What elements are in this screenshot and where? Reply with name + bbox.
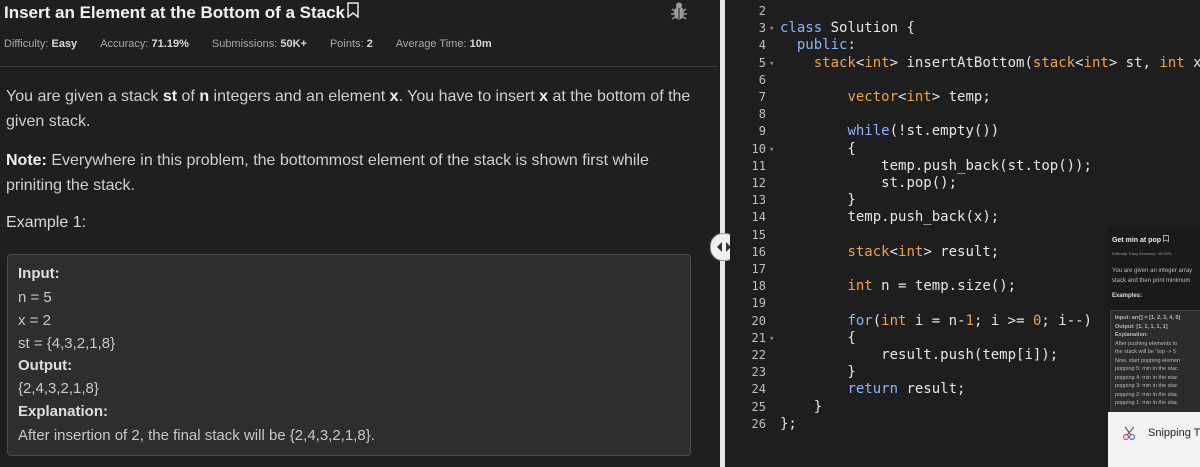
preview-example-box: Input: arr[] = [1, 2, 3, 4, 5] Output: [1… — [1110, 310, 1200, 416]
preview-example-line: Explanation: — [1115, 332, 1149, 338]
code-line[interactable]: temp.push_back(x); — [780, 209, 999, 226]
example-output-value: {2,4,3,2,1,8} — [18, 380, 99, 397]
line-number: 11 — [751, 158, 766, 173]
example-input-st: st = {4,3,2,1,8} — [18, 335, 116, 352]
snipping-tool-icon — [1122, 425, 1138, 444]
divider — [0, 66, 718, 67]
meta-average-time: Average Time: 10m — [395, 38, 492, 50]
fold-arrow-icon[interactable]: ▾ — [769, 334, 774, 344]
preview-line-2: stack and then print minimum — [1112, 278, 1191, 284]
line-number: 26 — [751, 416, 766, 431]
line-number: 6 — [758, 72, 766, 87]
code-line[interactable]: } — [780, 192, 855, 209]
example-box: Input: n = 5 x = 2 st = {4,3,2,1,8} Outp… — [7, 254, 691, 456]
line-number: 17 — [751, 262, 766, 276]
meta-difficulty: Difficulty: Easy — [4, 38, 78, 50]
code-line[interactable]: stack<int> result; — [780, 244, 999, 261]
meta-submissions: Submissions: 50K+ — [211, 38, 307, 50]
meta-accuracy: Accuracy: 71.19% — [100, 38, 189, 50]
code-line[interactable]: st.pop(); — [780, 175, 957, 192]
line-number: 23 — [751, 365, 766, 380]
line-number: 18 — [751, 279, 766, 294]
preview-example-line: popping 2: min in the stac — [1115, 391, 1178, 398]
snipping-tool-toast[interactable]: Snipping T — [1108, 412, 1200, 467]
example-explanation-label: Explanation: — [18, 403, 109, 420]
line-number: 24 — [751, 382, 766, 397]
example-title: Example 1: — [6, 214, 87, 231]
problem-title: Insert an Element at the Bottom of a Sta… — [4, 2, 359, 23]
preview-examples: Examples: — [1112, 293, 1143, 299]
preview-example-line: Output: [1, 1, 1, 1, 1] — [1115, 323, 1168, 330]
example-input-label: Input: — [18, 265, 60, 282]
meta-points: Points: 2 — [329, 38, 373, 50]
snipping-tool-label: Snipping T — [1148, 427, 1200, 439]
code-line[interactable]: return result; — [780, 381, 965, 398]
preview-example-line: After pushing elements to — [1115, 340, 1178, 347]
line-number: 2 — [758, 4, 766, 18]
code-line[interactable]: { — [780, 330, 855, 347]
code-line[interactable]: temp.push_back(st.top()); — [780, 158, 1092, 175]
line-number: 14 — [751, 210, 766, 225]
preview-example-line: popping 5: min in the stac — [1115, 366, 1178, 372]
preview-title: Get min at pop — [1112, 235, 1169, 244]
preview-line-1: You are given an integer array — [1112, 268, 1193, 274]
fold-arrow-icon[interactable]: ▾ — [769, 24, 774, 34]
example-input-x: x = 2 — [18, 312, 51, 329]
line-number: 15 — [751, 227, 766, 242]
line-number: 21 — [751, 330, 766, 345]
example-input-n: n = 5 — [18, 289, 52, 306]
code-line[interactable]: class Solution { — [780, 20, 915, 37]
line-number: 25 — [751, 399, 766, 414]
bookmark-icon — [1163, 235, 1169, 243]
example-explanation-text: After insertion of 2, the final stack wi… — [18, 427, 375, 444]
preview-meta: Difficulty: Easy Accuracy: 49.04% — [1112, 251, 1172, 256]
code-line[interactable]: } — [780, 364, 855, 381]
preview-example-line: Input: arr[] = [1, 2, 3, 4, 5] — [1115, 315, 1181, 321]
code-line[interactable]: while(!st.empty()) — [780, 123, 999, 140]
line-number: 4 — [758, 38, 766, 53]
code-line[interactable]: public: — [780, 37, 856, 54]
example-output-label: Output: — [18, 357, 73, 374]
line-number: 22 — [751, 348, 766, 362]
bookmark-icon[interactable] — [347, 2, 359, 23]
code-line[interactable]: int n = temp.size(); — [780, 278, 1016, 295]
bug-icon[interactable] — [669, 0, 689, 27]
problem-description: You are given a stack st of n integers a… — [6, 88, 691, 130]
line-number: 3 — [758, 21, 766, 36]
preview-example-line: popping 4: min in the stac — [1115, 374, 1178, 381]
line-number: 10 — [751, 141, 766, 156]
code-line[interactable]: }; — [780, 416, 797, 433]
code-line[interactable]: stack<int> insertAtBottom(stack<int> st,… — [780, 55, 1200, 72]
line-number: 5 — [758, 55, 766, 70]
line-number: 16 — [751, 244, 766, 259]
preview-example-line: popping 1: min in the stac — [1115, 400, 1178, 406]
line-number: 13 — [751, 193, 766, 208]
problem-title-text: Insert an Element at the Bottom of a Sta… — [4, 2, 346, 22]
problem-panel: Insert an Element at the Bottom of a Sta… — [0, 0, 718, 467]
code-line[interactable]: vector<int> temp; — [780, 89, 990, 106]
fold-arrow-icon[interactable]: ▾ — [769, 59, 774, 69]
code-line[interactable]: result.push(temp[i]); — [780, 347, 1058, 364]
problem-meta: Difficulty: Easy Accuracy: 71.19% Submis… — [4, 38, 515, 50]
line-number: 20 — [751, 313, 766, 328]
problem-note: Note: Everywhere in this problem, the bo… — [6, 152, 649, 194]
line-number: 12 — [751, 176, 766, 190]
line-number: 7 — [758, 90, 766, 104]
preview-example-line: Now, start popping elemen — [1115, 357, 1181, 364]
preview-example-line: popping 3: min in the stac — [1115, 383, 1178, 389]
fold-arrow-icon[interactable]: ▾ — [769, 145, 774, 155]
line-number: 8 — [758, 107, 766, 122]
code-line[interactable]: { — [780, 141, 855, 158]
code-line[interactable]: } — [780, 399, 822, 416]
line-number: 19 — [751, 296, 766, 311]
code-line[interactable]: for(int i = n-1; i >= 0; i--) — [780, 313, 1092, 330]
preview-example-line: the stack will be "top -> 5 — [1115, 349, 1177, 355]
line-number: 9 — [758, 124, 766, 139]
